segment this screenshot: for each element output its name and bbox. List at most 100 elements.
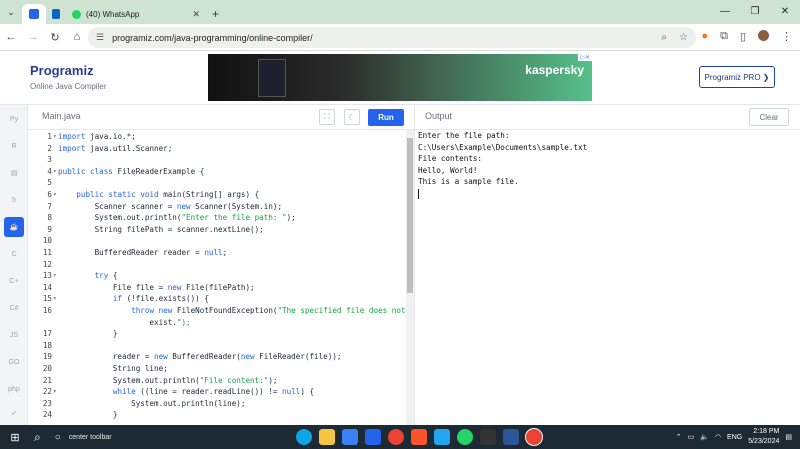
chrome-icon[interactable] — [388, 429, 404, 445]
url-field[interactable]: ☰ programiz.com/java-programming/online-… — [88, 27, 696, 48]
code-line[interactable]: 16 throw new FileNotFoundException("The … — [28, 305, 406, 317]
tab-programiz[interactable] — [22, 4, 46, 24]
battery-icon[interactable]: ▭ — [688, 433, 695, 441]
code-line[interactable]: 24 } — [28, 409, 406, 421]
code-editor[interactable]: 1 ▾ import java.io.*; 2 import java.util.Sca… — [28, 130, 406, 425]
forward-icon[interactable]: → — [22, 31, 44, 43]
mail-icon[interactable] — [365, 429, 381, 445]
home-icon[interactable]: ⌂ — [66, 31, 88, 43]
file-explorer-icon[interactable] — [319, 429, 335, 445]
code-line[interactable]: 14 File file = new File(filePath); — [28, 282, 406, 294]
r-icon[interactable]: R — [4, 136, 24, 156]
volume-icon[interactable]: 🔈 — [700, 433, 709, 441]
csharp-icon[interactable]: C# — [4, 298, 24, 318]
python-icon[interactable]: Py — [4, 109, 24, 129]
word-icon[interactable] — [503, 429, 519, 445]
code-line[interactable]: 13 ▾ try { — [28, 270, 406, 282]
fold-arrow-icon[interactable]: ▾ — [53, 270, 57, 282]
code-line[interactable]: 19 reader = new BufferedReader(new FileR… — [28, 351, 406, 363]
javascript-icon[interactable]: JS — [4, 325, 24, 345]
windows-start-icon[interactable]: ⊞ — [0, 431, 30, 444]
cortana-icon[interactable]: ○ — [55, 432, 61, 443]
search-icon[interactable]: ⌕ — [34, 430, 41, 445]
code-line[interactable]: 1 ▾ import java.io.*; — [28, 131, 406, 143]
whatsapp-icon[interactable] — [457, 429, 473, 445]
code-line[interactable]: 5 — [28, 177, 406, 189]
code-line[interactable]: 11 BufferedReader reader = null; — [28, 247, 406, 259]
language-indicator[interactable]: ENG — [727, 434, 742, 441]
close-window-icon[interactable]: ✕ — [770, 0, 800, 24]
c-icon[interactable]: C — [4, 244, 24, 264]
code-line[interactable]: 23 System.out.println(line); — [28, 398, 406, 410]
run-button[interactable]: Run — [368, 109, 404, 126]
tab-close-icon[interactable]: ✕ — [192, 9, 200, 20]
code-line[interactable]: 10 — [28, 235, 406, 247]
tab-linkedin[interactable] — [46, 4, 66, 24]
cpp-icon[interactable]: C+ — [4, 271, 24, 291]
swift-icon[interactable]: ➶ — [4, 403, 24, 423]
fullscreen-icon[interactable]: ⛶ — [319, 109, 335, 125]
vscode-icon[interactable] — [434, 429, 450, 445]
file-tab[interactable]: Main.java — [42, 111, 81, 121]
code-line[interactable]: 18 — [28, 340, 406, 352]
programiz-pro-button[interactable]: Programiz PRO ❯ — [699, 66, 775, 88]
site-info-icon[interactable]: ☰ — [96, 32, 104, 43]
tab-whatsapp[interactable]: (40) WhatsApp ✕ — [66, 4, 206, 24]
tab-search-icon[interactable]: ⌄ — [0, 0, 22, 24]
code-line[interactable]: 12 — [28, 259, 406, 271]
terminal-icon[interactable] — [480, 429, 496, 445]
clock[interactable]: 2:18 PM 5/23/2024 — [748, 427, 779, 447]
dark-mode-icon[interactable]: ☾ — [344, 109, 360, 125]
store-icon[interactable] — [342, 429, 358, 445]
fold-arrow-icon[interactable]: ▾ — [53, 166, 57, 178]
advertisement-banner[interactable]: kaspersky ▷✕ — [208, 54, 592, 101]
code-line[interactable]: 22 ▾ while ((line = reader.readLine()) !=… — [28, 386, 406, 398]
fold-arrow-icon[interactable]: ▾ — [53, 189, 57, 201]
menu-dots-icon[interactable]: ⋮ — [781, 30, 792, 43]
code-line[interactable]: 6 ▾ public static void main(String[] args… — [28, 189, 406, 201]
back-icon[interactable]: ← — [0, 31, 22, 43]
code-line[interactable]: 2 import java.util.Scanner; — [28, 143, 406, 155]
clear-button[interactable]: Clear — [749, 108, 789, 126]
restore-icon[interactable]: ❐ — [740, 0, 770, 24]
new-tab-button[interactable]: + — [206, 4, 225, 24]
taskbar-search-label[interactable]: center toolbar — [69, 434, 112, 441]
sidebar-icon[interactable]: ▯ — [740, 30, 746, 43]
sql-icon[interactable]: ▤ — [4, 163, 24, 183]
notification-icon[interactable]: ▤ — [785, 433, 792, 441]
code-line[interactable]: 4 ▾ public class FileReaderExample { — [28, 166, 406, 178]
edge-icon[interactable] — [296, 429, 312, 445]
html-icon[interactable]: 5 — [4, 190, 24, 210]
fold-arrow-icon[interactable]: ▾ — [53, 293, 57, 305]
wifi-icon[interactable]: ◠ — [715, 433, 721, 441]
chevron-up-icon[interactable]: ⌃ — [676, 433, 682, 441]
puzzle-icon[interactable]: ⧉ — [720, 30, 728, 43]
zoom-icon[interactable]: ⌕ — [661, 32, 667, 43]
minimize-icon[interactable]: — — [710, 0, 740, 24]
code-line[interactable]: 21 System.out.println("File content:"); — [28, 375, 406, 387]
profile-avatar[interactable] — [758, 30, 769, 41]
programiz-logo[interactable]: Programiz — [30, 63, 94, 78]
code-line[interactable]: 15 ▾ if (!file.exists()) { — [28, 293, 406, 305]
fold-arrow-icon[interactable]: ▾ — [53, 386, 57, 398]
output-console[interactable]: Enter the file path: C:\Users\Example\Doc… — [414, 130, 800, 425]
reload-icon[interactable]: ↻ — [44, 31, 66, 44]
java-icon[interactable]: ☕ — [4, 217, 24, 237]
brave-icon[interactable] — [411, 429, 427, 445]
code-line[interactable]: 3 — [28, 154, 406, 166]
chrome-active-icon[interactable] — [525, 428, 543, 446]
editor-scrollbar[interactable] — [406, 130, 414, 425]
go-icon[interactable]: GO — [4, 352, 24, 372]
code-line[interactable]: 8 System.out.println("Enter the file pat… — [28, 212, 406, 224]
bookmark-star-icon[interactable]: ☆ — [679, 32, 688, 43]
php-icon[interactable]: php — [4, 379, 24, 399]
scrollbar-thumb[interactable] — [407, 138, 413, 293]
code-line[interactable]: 17 } — [28, 328, 406, 340]
ad-choices-icon[interactable]: ▷✕ — [578, 54, 592, 61]
code-line[interactable]: 20 String line; — [28, 363, 406, 375]
extension-icon[interactable]: ● — [701, 30, 708, 43]
fold-arrow-icon[interactable]: ▾ — [53, 131, 57, 143]
code-line[interactable]: 9 String filePath = scanner.nextLine(); — [28, 224, 406, 236]
code-line[interactable]: 7 Scanner scanner = new Scanner(System.i… — [28, 201, 406, 213]
code-line[interactable]: exist."); — [28, 317, 406, 329]
